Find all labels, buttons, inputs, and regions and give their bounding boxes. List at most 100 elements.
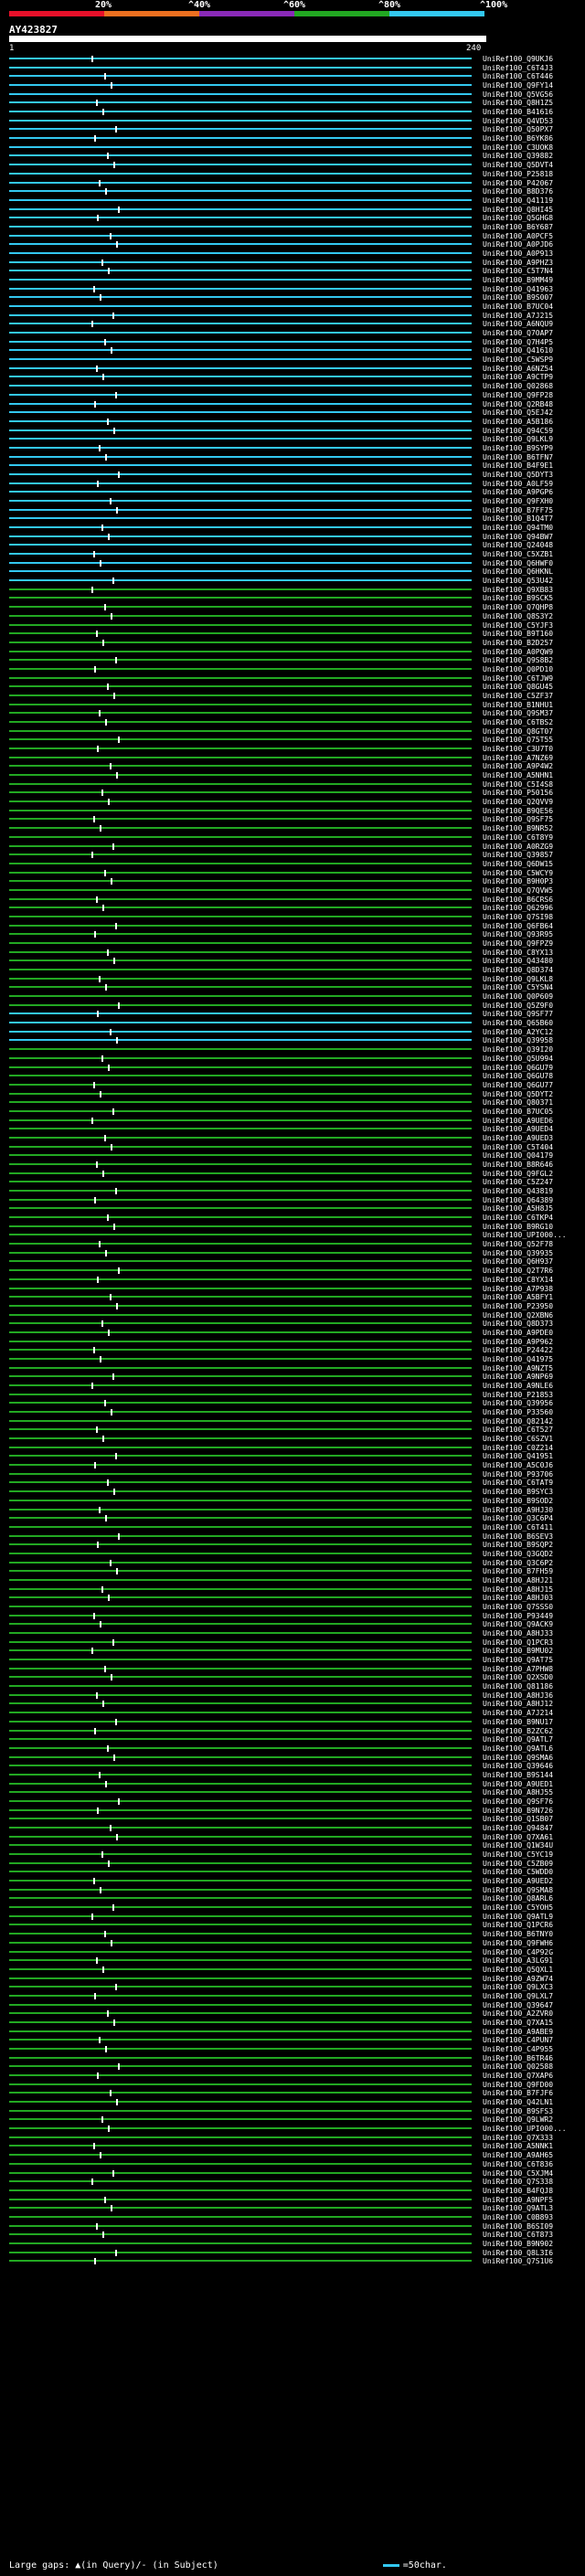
hit-alignment-bar[interactable]: [9, 154, 472, 157]
hit-alignment-bar[interactable]: [9, 1994, 472, 1997]
hit-alignment-bar[interactable]: [9, 1366, 472, 1369]
hit-alignment-bar[interactable]: [9, 871, 472, 874]
hit-label[interactable]: UniRef100_Q9SF75: [483, 815, 553, 824]
hit-label[interactable]: UniRef100_Q9FPZ9: [483, 939, 553, 949]
hit-row[interactable]: UniRef100_A7PHW8: [0, 1665, 585, 1674]
hit-label[interactable]: UniRef100_B9QE56: [483, 807, 553, 816]
hit-alignment-bar[interactable]: [9, 2224, 472, 2227]
hit-label[interactable]: UniRef100_A5NNK1: [483, 2142, 553, 2151]
hit-row[interactable]: UniRef100_Q7SSS0: [0, 1603, 585, 1612]
hit-row[interactable]: UniRef100_Q8GT07: [0, 727, 585, 737]
hit-alignment-bar[interactable]: [9, 782, 472, 785]
hit-alignment-bar[interactable]: [9, 1145, 472, 1148]
hit-row[interactable]: UniRef100_A8HJ12: [0, 1700, 585, 1709]
hit-label[interactable]: UniRef100_B9MU02: [483, 1647, 553, 1656]
hit-label[interactable]: UniRef100_Q8D374: [483, 966, 553, 975]
hit-alignment-bar[interactable]: [9, 1967, 472, 1970]
hit-label[interactable]: UniRef100_B7FJF6: [483, 2089, 553, 2098]
hit-alignment-bar[interactable]: [9, 145, 472, 148]
hit-row[interactable]: UniRef100_B9S144: [0, 1771, 585, 1780]
hit-label[interactable]: UniRef100_Q9FGL2: [483, 1170, 553, 1179]
hit-label[interactable]: UniRef100_A9UED4: [483, 1125, 553, 1134]
hit-row[interactable]: UniRef100_A0P913: [0, 249, 585, 259]
hit-label[interactable]: UniRef100_C6T836: [483, 2160, 553, 2169]
hit-row[interactable]: UniRef100_Q5DYT2: [0, 1090, 585, 1099]
hit-alignment-bar[interactable]: [9, 774, 472, 777]
hit-label[interactable]: UniRef100_A9PHZ3: [483, 259, 553, 268]
hit-label[interactable]: UniRef100_C5ZF37: [483, 692, 553, 701]
hit-alignment-bar[interactable]: [9, 1941, 472, 1944]
hit-row[interactable]: UniRef100_P25818: [0, 170, 585, 179]
hit-alignment-bar[interactable]: [9, 721, 472, 723]
hit-label[interactable]: UniRef100_A9HJ30: [483, 1506, 553, 1515]
hit-alignment-bar[interactable]: [9, 1154, 472, 1157]
hit-row[interactable]: UniRef100_C5YSN4: [0, 983, 585, 992]
hit-alignment-bar[interactable]: [9, 491, 472, 493]
hit-alignment-bar[interactable]: [9, 1578, 472, 1581]
hit-alignment-bar[interactable]: [9, 1277, 472, 1280]
hit-label[interactable]: UniRef100_B9SOD2: [483, 1497, 553, 1506]
hit-label[interactable]: UniRef100_Q6HKNL: [483, 567, 553, 577]
hit-alignment-bar[interactable]: [9, 1181, 472, 1183]
hit-alignment-bar[interactable]: [9, 2056, 472, 2059]
hit-alignment-bar[interactable]: [9, 1260, 472, 1263]
hit-label[interactable]: UniRef100_Q5DYT2: [483, 1090, 553, 1099]
hit-row[interactable]: UniRef100_Q8ARL6: [0, 1894, 585, 1903]
hit-alignment-bar[interactable]: [9, 2092, 472, 2094]
hit-alignment-bar[interactable]: [9, 1012, 472, 1015]
hit-alignment-bar[interactable]: [9, 313, 472, 316]
hit-label[interactable]: UniRef100_Q7X333: [483, 2134, 553, 2143]
hit-row[interactable]: UniRef100_Q6H937: [0, 1257, 585, 1267]
hit-label[interactable]: UniRef100_B6TFN7: [483, 453, 553, 462]
hit-label[interactable]: UniRef100_Q94TM0: [483, 524, 553, 533]
hit-alignment-bar[interactable]: [9, 641, 472, 643]
hit-label[interactable]: UniRef100_A7NZ69: [483, 754, 553, 763]
hit-row[interactable]: UniRef100_A7NZ69: [0, 754, 585, 763]
hit-row[interactable]: UniRef100_B6TNY0: [0, 1930, 585, 1939]
hit-label[interactable]: UniRef100_A8HJ03: [483, 1594, 553, 1603]
hit-alignment-bar[interactable]: [9, 1499, 472, 1501]
hit-label[interactable]: UniRef100_A3LG91: [483, 1956, 553, 1966]
hit-label[interactable]: UniRef100_C5XZB1: [483, 550, 553, 559]
hit-label[interactable]: UniRef100_B9N902: [483, 2240, 553, 2249]
hit-row[interactable]: UniRef100_C0B893: [0, 2213, 585, 2222]
hit-alignment-bar[interactable]: [9, 862, 472, 864]
hit-alignment-bar[interactable]: [9, 429, 472, 431]
hit-label[interactable]: UniRef100_A0PJD6: [483, 240, 553, 249]
hit-label[interactable]: UniRef100_A8HJ36: [483, 1691, 553, 1701]
hit-label[interactable]: UniRef100_A5B186: [483, 418, 553, 427]
hit-label[interactable]: UniRef100_Q8H1Z5: [483, 99, 553, 108]
hit-alignment-bar[interactable]: [9, 1446, 472, 1448]
hit-label[interactable]: UniRef100_C5YC19: [483, 1850, 553, 1860]
hit-row[interactable]: UniRef100_B6Y687: [0, 223, 585, 232]
hit-row[interactable]: UniRef100_Q7QHP8: [0, 603, 585, 612]
hit-alignment-bar[interactable]: [9, 1755, 472, 1758]
hit-alignment-bar[interactable]: [9, 597, 472, 599]
hit-row[interactable]: UniRef100_Q6HKNL: [0, 567, 585, 577]
hit-label[interactable]: UniRef100_Q5U994: [483, 1055, 553, 1064]
hit-alignment-bar[interactable]: [9, 1861, 472, 1864]
hit-row[interactable]: UniRef100_Q3C6P4: [0, 1514, 585, 1523]
hit-row[interactable]: UniRef100_C5WSP9: [0, 355, 585, 365]
hit-label[interactable]: UniRef100_A0LF59: [483, 480, 553, 489]
hit-label[interactable]: UniRef100_P93706: [483, 1470, 553, 1479]
hit-row[interactable]: UniRef100_C5YJF3: [0, 621, 585, 631]
hit-alignment-bar[interactable]: [9, 1349, 472, 1352]
hit-label[interactable]: UniRef100_Q9LKL8: [483, 975, 553, 984]
hit-label[interactable]: UniRef100_Q5DVT4: [483, 161, 553, 170]
hit-label[interactable]: UniRef100_Q81186: [483, 1682, 553, 1691]
hit-alignment-bar[interactable]: [9, 827, 472, 830]
hit-alignment-bar[interactable]: [9, 650, 472, 652]
hit-label[interactable]: UniRef100_B9T160: [483, 630, 553, 639]
hit-alignment-bar[interactable]: [9, 217, 472, 219]
hit-label[interactable]: UniRef100_Q5Z9F0: [483, 1002, 553, 1011]
hit-alignment-bar[interactable]: [9, 659, 472, 662]
hit-row[interactable]: UniRef100_C6TBS2: [0, 718, 585, 727]
hit-alignment-bar[interactable]: [9, 393, 472, 396]
hit-row[interactable]: UniRef100_A9NZT5: [0, 1364, 585, 1373]
hit-row[interactable]: UniRef100_A6NQU9: [0, 320, 585, 329]
hit-row[interactable]: UniRef100_Q94C59: [0, 427, 585, 436]
hit-label[interactable]: UniRef100_Q5GHG8: [483, 214, 553, 223]
hit-row[interactable]: UniRef100_A0RZG9: [0, 843, 585, 852]
hit-row[interactable]: UniRef100_Q8L3I6: [0, 2249, 585, 2258]
